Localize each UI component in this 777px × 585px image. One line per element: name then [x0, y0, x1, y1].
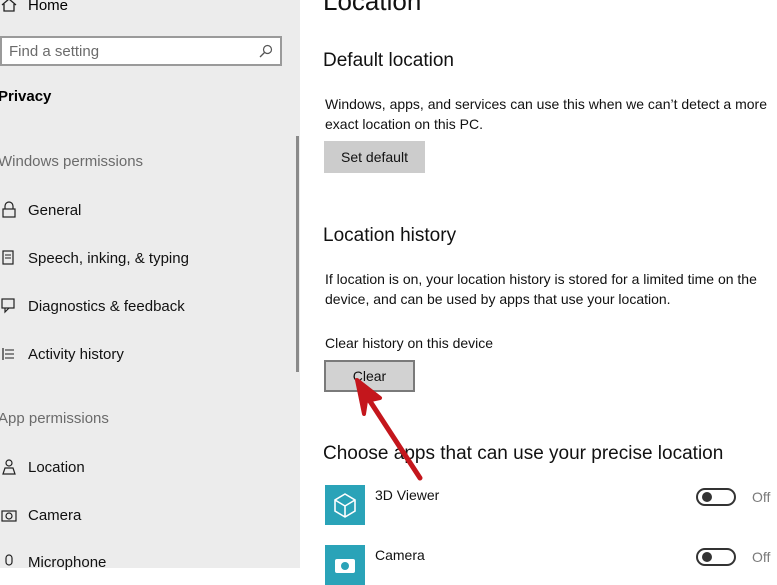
- sidebar-scrollbar[interactable]: [296, 136, 299, 372]
- app-name: Camera: [375, 547, 425, 563]
- sidebar-item-label: Location: [28, 458, 85, 476]
- sidebar-item-label: Home: [28, 0, 69, 14]
- app-name: 3D Viewer: [375, 487, 440, 503]
- search-box[interactable]: [0, 36, 282, 66]
- default-location-heading: Default location: [323, 50, 454, 71]
- search-input[interactable]: [9, 38, 249, 64]
- 3d-viewer-icon: [325, 485, 365, 525]
- location-toggle-3d-viewer[interactable]: [696, 488, 736, 506]
- activity-icon: [0, 345, 18, 363]
- toggle-knob: [702, 552, 712, 562]
- toggle-knob: [702, 492, 712, 502]
- sidebar-item-general[interactable]: General: [0, 198, 81, 222]
- choose-apps-heading: Choose apps that can use your precise lo…: [323, 443, 724, 464]
- clear-button[interactable]: Clear: [324, 360, 415, 392]
- sidebar-item-speech[interactable]: Speech, inking, & typing: [0, 246, 189, 270]
- lock-icon: [0, 201, 18, 219]
- category-title: Privacy: [0, 88, 52, 105]
- camera-app-icon: [325, 545, 365, 585]
- sidebar-item-label: General: [28, 201, 82, 219]
- sidebar-item-camera[interactable]: Camera: [0, 503, 81, 527]
- toggle-state: Off: [752, 489, 771, 505]
- sidebar-item-microphone[interactable]: Microphone: [0, 550, 106, 574]
- sidebar-item-label: Activity history: [28, 345, 124, 363]
- location-history-heading: Location history: [323, 225, 457, 246]
- sidebar-item-label: Diagnostics & feedback: [28, 297, 185, 315]
- search-icon[interactable]: [258, 43, 274, 59]
- feedback-icon: [0, 297, 18, 315]
- app-permissions-header: App permissions: [0, 410, 109, 427]
- default-location-description: Windows, apps, and services can use this…: [325, 96, 767, 132]
- sidebar-item-diagnostics[interactable]: Diagnostics & feedback: [0, 294, 185, 318]
- clear-history-label: Clear history on this device: [325, 335, 494, 351]
- main-content: Location Default location Windows, apps,…: [300, 0, 777, 585]
- app-row-3d-viewer: 3D Viewer Off: [325, 485, 777, 525]
- sidebar: Home Privacy Windows permissions General…: [0, 0, 300, 571]
- page-title: Location: [323, 0, 422, 16]
- camera-icon: [0, 506, 18, 524]
- speech-icon: [0, 249, 18, 267]
- toggle-state: Off: [752, 549, 771, 565]
- windows-permissions-header: Windows permissions: [0, 153, 144, 170]
- microphone-icon: [0, 553, 18, 571]
- location-icon: [0, 458, 18, 476]
- sidebar-item-label: Camera: [28, 506, 82, 524]
- sidebar-item-location[interactable]: Location: [0, 455, 85, 479]
- location-toggle-camera[interactable]: [696, 548, 736, 566]
- sidebar-item-home[interactable]: Home: [0, 0, 68, 16]
- location-history-description: If location is on, your location history…: [325, 271, 757, 307]
- sidebar-item-label: Speech, inking, & typing: [28, 249, 189, 267]
- app-row-camera: Camera Off: [325, 545, 777, 585]
- home-icon: [0, 0, 18, 14]
- set-default-button[interactable]: Set default: [324, 141, 425, 173]
- sidebar-item-activity[interactable]: Activity history: [0, 342, 124, 366]
